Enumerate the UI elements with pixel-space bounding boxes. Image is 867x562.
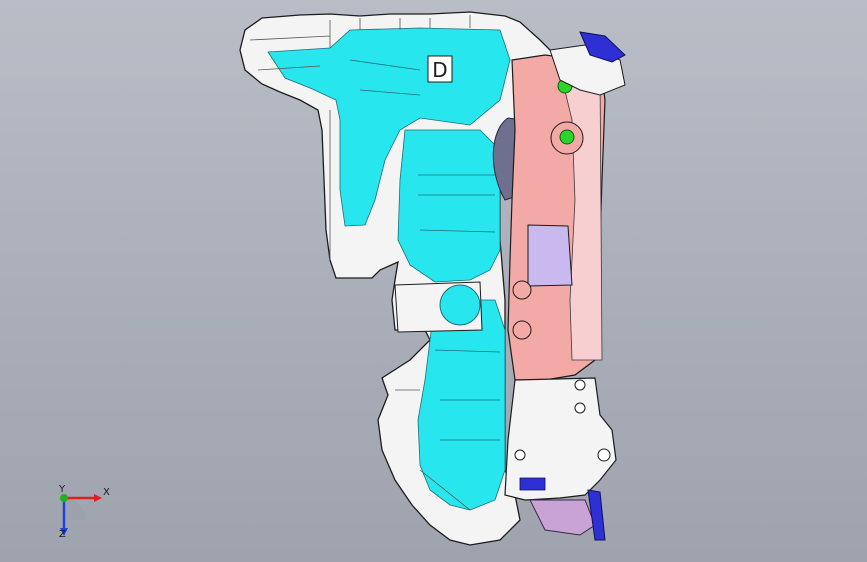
bracket-hole-3 bbox=[514, 449, 526, 461]
tube-opening bbox=[439, 284, 481, 326]
cavity-middle bbox=[397, 129, 501, 283]
bottom-purple-part[interactable] bbox=[529, 499, 596, 536]
y-axis-label: Y bbox=[59, 484, 66, 495]
lavender-window[interactable] bbox=[527, 224, 573, 287]
graphics-viewport[interactable]: D X Y Z bbox=[0, 0, 867, 562]
part-letter: D bbox=[432, 58, 447, 82]
bracket-hole-2 bbox=[574, 402, 586, 414]
triad-graphic bbox=[60, 494, 102, 536]
green-marker-2[interactable] bbox=[559, 129, 575, 145]
z-axis-label: Z bbox=[59, 529, 66, 540]
boss-3 bbox=[512, 320, 532, 340]
blue-tab[interactable] bbox=[519, 477, 546, 491]
orientation-triad bbox=[40, 478, 130, 548]
cad-model[interactable]: D bbox=[0, 0, 867, 562]
x-axis-label: X bbox=[103, 487, 110, 498]
boss-2 bbox=[512, 280, 532, 300]
bracket-hole-4 bbox=[597, 448, 611, 462]
bracket-hole-1 bbox=[574, 379, 586, 391]
